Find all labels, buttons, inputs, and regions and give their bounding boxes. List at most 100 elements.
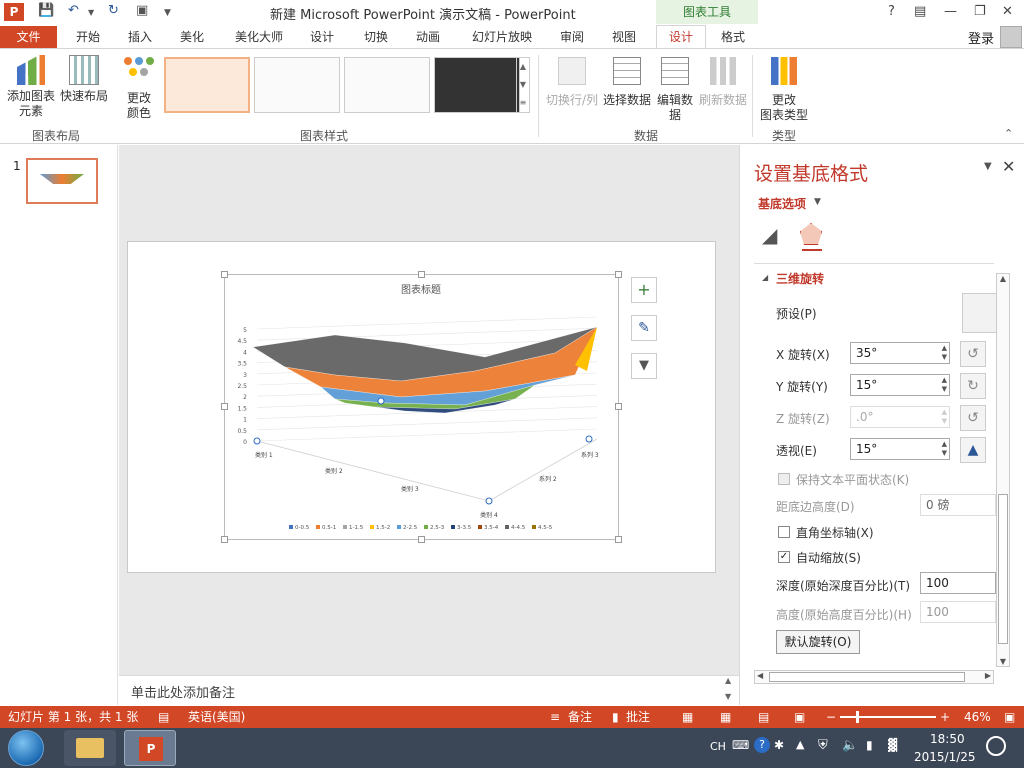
- x-rotation-input[interactable]: 35° ▲ ▼: [850, 342, 950, 364]
- chart-style-1[interactable]: [164, 57, 250, 113]
- normal-view-icon[interactable]: ▦: [682, 706, 693, 728]
- rotate-up-icon[interactable]: ↻: [960, 373, 986, 399]
- zoom-in-icon[interactable]: +: [940, 706, 950, 728]
- floor-selection-marker[interactable]: [485, 497, 493, 505]
- gallery-scroll[interactable]: ▲ ▼ ≡: [516, 57, 530, 113]
- minimize-button[interactable]: —: [944, 4, 957, 19]
- pane-horizontal-scrollbar[interactable]: ◀ ▶: [754, 670, 994, 684]
- close-button[interactable]: ✕: [1002, 4, 1013, 19]
- chart-style-4[interactable]: [434, 57, 520, 113]
- customize-quick-access-icon[interactable]: ▼: [164, 8, 171, 18]
- floor-selection-marker[interactable]: [585, 435, 593, 443]
- notes-scroll-up-icon[interactable]: ▲: [725, 676, 731, 685]
- resize-handle-tl[interactable]: [221, 271, 228, 278]
- resize-handle-bm[interactable]: [418, 536, 425, 543]
- change-colors-button[interactable]: 更改 颜色: [118, 57, 160, 121]
- action-center-icon[interactable]: [986, 736, 1006, 756]
- resize-handle-ml[interactable]: [221, 403, 228, 410]
- select-data-button[interactable]: 选择数据: [602, 57, 652, 108]
- right-angle-axes-checkbox[interactable]: [778, 526, 790, 538]
- legend-label[interactable]: 1-1.5: [349, 525, 364, 531]
- chart-styles-brush-icon[interactable]: ✎: [631, 315, 657, 341]
- tab-design[interactable]: 设计: [300, 26, 344, 48]
- spellcheck-icon[interactable]: ▤: [158, 706, 169, 728]
- rotate-z-icon[interactable]: ↺: [960, 405, 986, 431]
- undo-dropdown-icon[interactable]: ▼: [88, 8, 94, 17]
- collapse-ribbon-icon[interactable]: ⌃: [1004, 127, 1013, 140]
- perspective-input[interactable]: 15° ▲ ▼: [850, 438, 950, 460]
- comments-icon[interactable]: ▮: [612, 706, 619, 728]
- autoscale-checkbox[interactable]: ✓: [778, 551, 790, 563]
- tab-insert[interactable]: 插入: [118, 26, 162, 48]
- chart-object[interactable]: 图表标题 0 0.5 1 1.5 2 2.5 3 3.5 4 4.5 5 类别 1 类别 2 类别 3 类别…: [224, 274, 619, 540]
- resize-handle-tr[interactable]: [615, 271, 622, 278]
- tab-chart-format[interactable]: 格式: [710, 26, 756, 48]
- z-rotation-input[interactable]: .0° ▲ ▼: [850, 406, 950, 428]
- tab-beautify-master[interactable]: 美化大师: [226, 26, 292, 48]
- notes-toggle[interactable]: 备注: [568, 706, 592, 728]
- tab-chart-design[interactable]: 设计: [656, 25, 706, 49]
- refresh-data-button[interactable]: 刷新数据: [698, 57, 748, 108]
- pane-close-icon[interactable]: ✕: [1002, 157, 1015, 176]
- tab-view[interactable]: 视图: [602, 26, 646, 48]
- 3d-rotation-section[interactable]: 三维旋转: [776, 270, 824, 287]
- avatar[interactable]: [1000, 26, 1022, 48]
- legend-label[interactable]: 2.5-3: [430, 525, 445, 531]
- zoom-out-icon[interactable]: −: [826, 706, 836, 728]
- start-slideshow-icon[interactable]: ▣: [136, 3, 148, 18]
- notes-area[interactable]: 单击此处添加备注 ▲ ▼: [119, 675, 739, 705]
- redo-icon[interactable]: ↻: [108, 3, 119, 18]
- tab-file[interactable]: 文件: [0, 26, 57, 48]
- resize-handle-br[interactable]: [615, 536, 622, 543]
- chart-style-2[interactable]: [254, 57, 340, 113]
- legend-label[interactable]: 4.5-5: [538, 525, 553, 531]
- pane-options-icon[interactable]: ▼: [984, 161, 992, 172]
- increase-perspective-icon[interactable]: ▲: [960, 437, 986, 463]
- slideshow-view-icon[interactable]: ▣: [794, 706, 805, 728]
- language-indicator[interactable]: 英语(美国): [188, 706, 245, 728]
- resize-handle-mr[interactable]: [615, 403, 622, 410]
- floor-selection-marker[interactable]: [377, 397, 385, 405]
- network-icon[interactable]: ▓: [888, 738, 897, 752]
- legend-label[interactable]: 0.5-1: [322, 525, 336, 531]
- chart-title[interactable]: 图表标题: [401, 283, 441, 296]
- help-button[interactable]: ?: [888, 4, 895, 19]
- signin-link[interactable]: 登录: [968, 28, 994, 47]
- file-explorer-taskbar-icon[interactable]: [64, 730, 116, 766]
- legend-label[interactable]: 3.5-4: [484, 525, 499, 531]
- clock-time[interactable]: 18:50: [930, 732, 965, 746]
- zoom-slider[interactable]: [840, 711, 936, 723]
- y-rotation-spin-icon[interactable]: ▲ ▼: [942, 376, 947, 394]
- powerpoint-taskbar-icon[interactable]: P: [124, 730, 176, 766]
- tab-home[interactable]: 开始: [64, 26, 112, 48]
- undo-icon[interactable]: ↶: [68, 3, 79, 18]
- tab-animations[interactable]: 动画: [406, 26, 450, 48]
- z-rotation-spin-icon[interactable]: ▲ ▼: [942, 408, 947, 426]
- floor-options-dropdown[interactable]: 基底选项: [758, 195, 806, 212]
- notes-icon[interactable]: ≡: [550, 706, 560, 728]
- height-input[interactable]: 100: [920, 601, 996, 623]
- tab-beautify[interactable]: 美化: [170, 26, 214, 48]
- resize-handle-tm[interactable]: [418, 271, 425, 278]
- distance-from-ground-input[interactable]: 0 磅: [920, 494, 996, 516]
- x-rotation-spin-icon[interactable]: ▲ ▼: [942, 344, 947, 362]
- floor-selection-marker[interactable]: [253, 437, 261, 445]
- restore-button[interactable]: ❐: [974, 4, 986, 19]
- chart-elements-button[interactable]: +: [631, 277, 657, 303]
- zoom-level[interactable]: 46%: [964, 706, 991, 728]
- default-rotation-button[interactable]: 默认旋转(O): [776, 630, 860, 654]
- slide-sorter-icon[interactable]: ▦: [720, 706, 731, 728]
- comments-toggle[interactable]: 批注: [626, 706, 650, 728]
- slide-thumbnail-1[interactable]: [26, 158, 98, 204]
- effects-pentagon-icon[interactable]: [800, 223, 822, 245]
- tab-transitions[interactable]: 切换: [354, 26, 398, 48]
- volume-icon[interactable]: 🔈: [842, 738, 858, 753]
- help-tray-icon[interactable]: ?: [754, 737, 770, 753]
- section-collapse-icon[interactable]: ◢: [762, 273, 768, 282]
- ime-indicator[interactable]: CH: [710, 740, 726, 753]
- clock-date[interactable]: 2015/1/25: [914, 750, 976, 764]
- tab-review[interactable]: 审阅: [550, 26, 594, 48]
- depth-input[interactable]: 100: [920, 572, 996, 594]
- legend-label[interactable]: 3-3.5: [457, 525, 472, 531]
- perspective-spin-icon[interactable]: ▲ ▼: [942, 440, 947, 458]
